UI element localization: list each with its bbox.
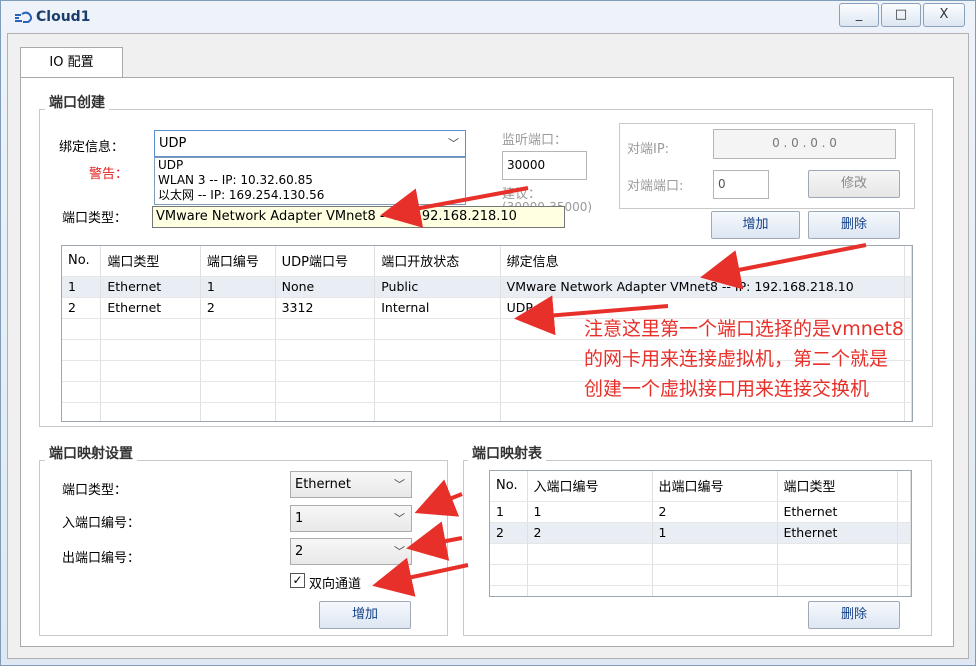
annotation-line: 创建一个虚拟接口用来连接交换机 [584, 378, 870, 400]
annotation-line: 注意这里第一个端口选择的是vmnet8 [584, 318, 905, 340]
arrow-to-in-port [414, 479, 463, 517]
annotation-line: 的网卡用来连接虚拟机，第二个就是 [584, 348, 889, 370]
arrow-to-bidirectional [372, 557, 469, 597]
arrow-to-out-port [406, 521, 463, 561]
arrow-to-row1-binding [700, 243, 867, 290]
arrow-to-tooltip [380, 186, 529, 228]
annotation-text: 注意这里第一个端口选择的是vmnet8 的网卡用来连接虚拟机，第二个就是 创建一… [584, 314, 904, 404]
